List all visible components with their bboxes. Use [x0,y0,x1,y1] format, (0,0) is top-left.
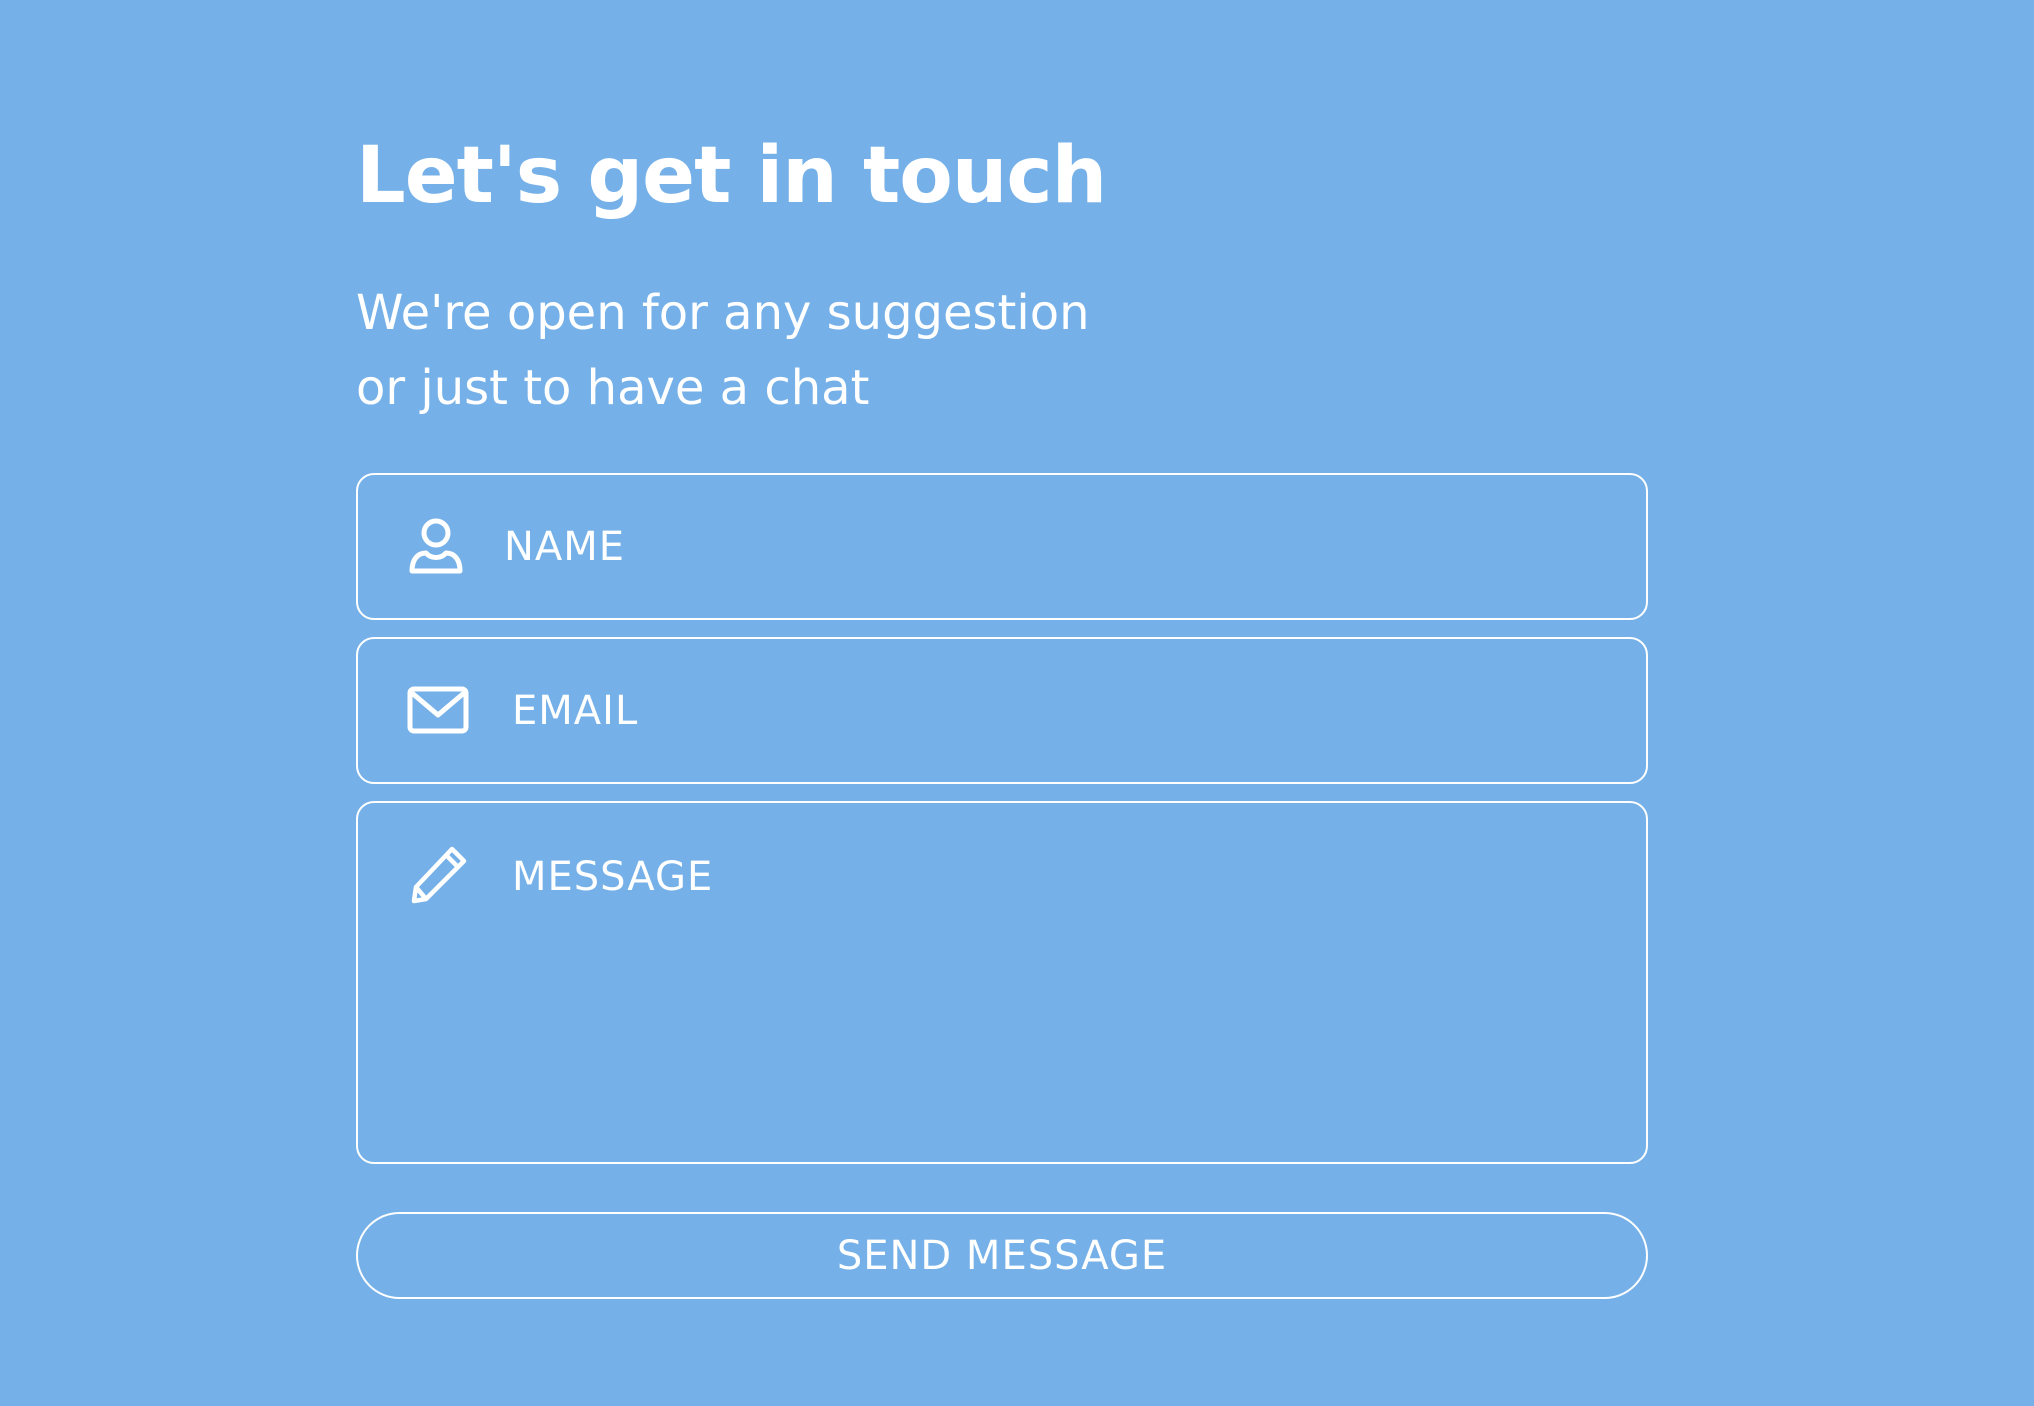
page-subtitle: We're open for any suggestion or just to… [356,276,1090,426]
name-field[interactable] [356,473,1648,620]
message-field[interactable] [356,801,1648,1164]
user-icon [409,518,463,574]
email-input[interactable] [512,683,1612,739]
email-field[interactable] [356,637,1648,784]
name-input[interactable] [504,519,1604,575]
envelope-icon [407,686,469,734]
pencil-icon [411,846,467,904]
page-title: Let's get in touch [356,131,1107,221]
subtitle-line-1: We're open for any suggestion [356,285,1090,341]
subtitle-line-2: or just to have a chat [356,360,870,416]
message-input[interactable] [512,849,1612,1129]
send-message-button[interactable]: SEND MESSAGE [356,1212,1648,1299]
